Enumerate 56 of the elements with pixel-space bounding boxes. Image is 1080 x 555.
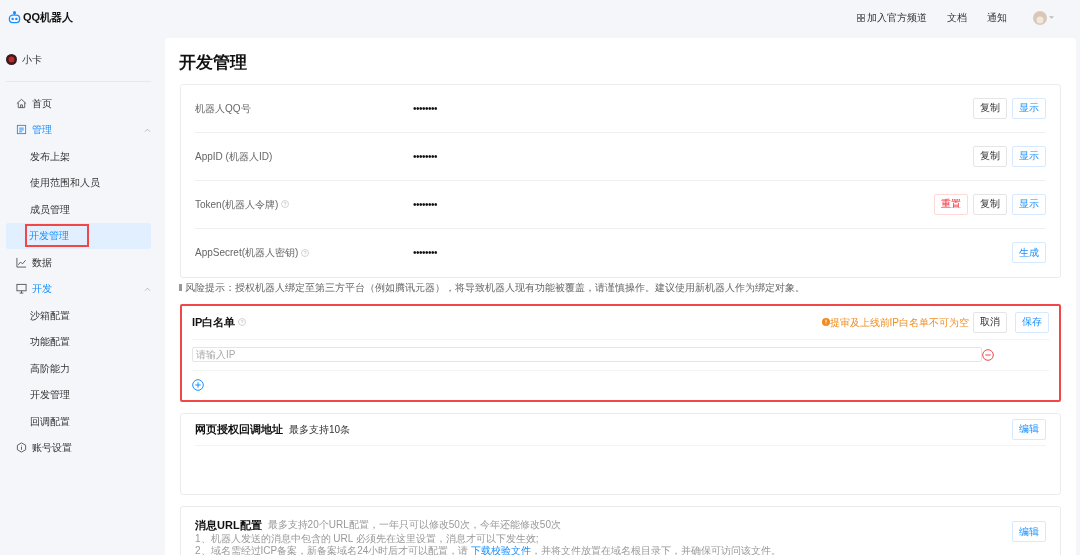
submenu-item[interactable]: 功能配置 bbox=[30, 332, 70, 352]
masked-value: •••••••• bbox=[413, 149, 437, 164]
add-icon[interactable] bbox=[192, 379, 204, 391]
masked-value: •••••••• bbox=[413, 197, 437, 212]
instruction-text: 2、域名需经过ICP备案，新备案域名24小时后才可以配置，请 下载校验文件，并将文件放置在域名根目录下，并确保可访问该文件。 bbox=[195, 545, 783, 555]
reset-button[interactable]: 重置 bbox=[934, 193, 968, 215]
section-title: 消息URL配置 bbox=[195, 517, 262, 533]
submenu-item[interactable]: 发布上架 bbox=[30, 146, 70, 166]
nav-link[interactable]: 通知 bbox=[987, 10, 1007, 25]
section-note: 最多支持10条 bbox=[289, 422, 351, 437]
warning-icon bbox=[821, 318, 830, 326]
menu-item[interactable]: 账号设置 bbox=[16, 438, 72, 458]
submenu-item[interactable]: 开发管理 bbox=[30, 385, 70, 405]
avatar[interactable] bbox=[1033, 10, 1047, 25]
help-icon bbox=[238, 318, 247, 326]
field-label: Token(机器人令牌) bbox=[195, 197, 279, 212]
instruction-text: 1、机器人发送的消息中包含的 URL 必须先在这里设置，消息才可以下发生效; bbox=[195, 533, 540, 545]
tip-marker bbox=[179, 283, 182, 291]
field-label: AppSecret(机器人密钥) bbox=[195, 246, 299, 260]
action-button[interactable]: 复制 bbox=[973, 145, 1007, 167]
home-icon bbox=[16, 97, 27, 109]
grid-icon bbox=[857, 13, 865, 22]
warning-text: 提审及上线前IP白名单不可为空 bbox=[829, 315, 969, 330]
submenu-item[interactable]: 高阶能力 bbox=[30, 358, 70, 378]
chevron-up-icon[interactable] bbox=[144, 127, 151, 132]
bot-avatar bbox=[6, 54, 17, 65]
risk-tip: 风险提示：授权机器人绑定至第三方平台（例如腾讯元器），将导致机器人现有功能被覆盖，请谨慎操作。建议使用新机器人作为绑定对象。 bbox=[185, 280, 805, 295]
field-label: AppID (机器人ID) bbox=[195, 149, 273, 164]
action-button[interactable]: 复制 bbox=[973, 193, 1007, 215]
submenu-item[interactable]: 回调配置 bbox=[30, 411, 70, 431]
submenu-item[interactable]: 沙箱配置 bbox=[30, 305, 70, 325]
masked-value: •••••••• bbox=[413, 101, 437, 116]
masked-value: •••••••• bbox=[413, 246, 437, 260]
menu-item[interactable]: 首页 bbox=[16, 93, 52, 113]
monitor-icon bbox=[16, 283, 27, 295]
field-label: 机器人QQ号 bbox=[195, 101, 251, 116]
document-icon bbox=[16, 124, 27, 136]
bot-name: 小卡 bbox=[22, 53, 42, 67]
submenu-item[interactable]: 使用范围和人员 bbox=[30, 173, 100, 193]
page-title: 开发管理 bbox=[179, 52, 248, 74]
logo-text: QQ机器人 bbox=[23, 10, 74, 26]
robot-logo-icon bbox=[8, 11, 21, 24]
chevron-up-icon[interactable] bbox=[144, 286, 151, 291]
action-button[interactable]: 取消 bbox=[973, 311, 1007, 333]
line-chart-icon bbox=[16, 256, 27, 268]
caret-icon bbox=[1049, 15, 1054, 20]
nav-link[interactable]: 文档 bbox=[947, 10, 967, 25]
ip-input-field[interactable]: 请输入IP bbox=[192, 347, 982, 362]
section-title: 网页授权回调地址 bbox=[195, 421, 283, 437]
menu-item[interactable]: 数据 bbox=[16, 252, 52, 272]
action-button[interactable]: 复制 bbox=[973, 97, 1007, 119]
hexagon-icon bbox=[16, 442, 27, 454]
submenu-item[interactable]: 成员管理 bbox=[30, 199, 70, 219]
section-title: IP白名单 bbox=[192, 314, 236, 330]
nav-link[interactable]: 加入官方频道 bbox=[857, 10, 927, 25]
remove-icon[interactable] bbox=[982, 348, 994, 361]
